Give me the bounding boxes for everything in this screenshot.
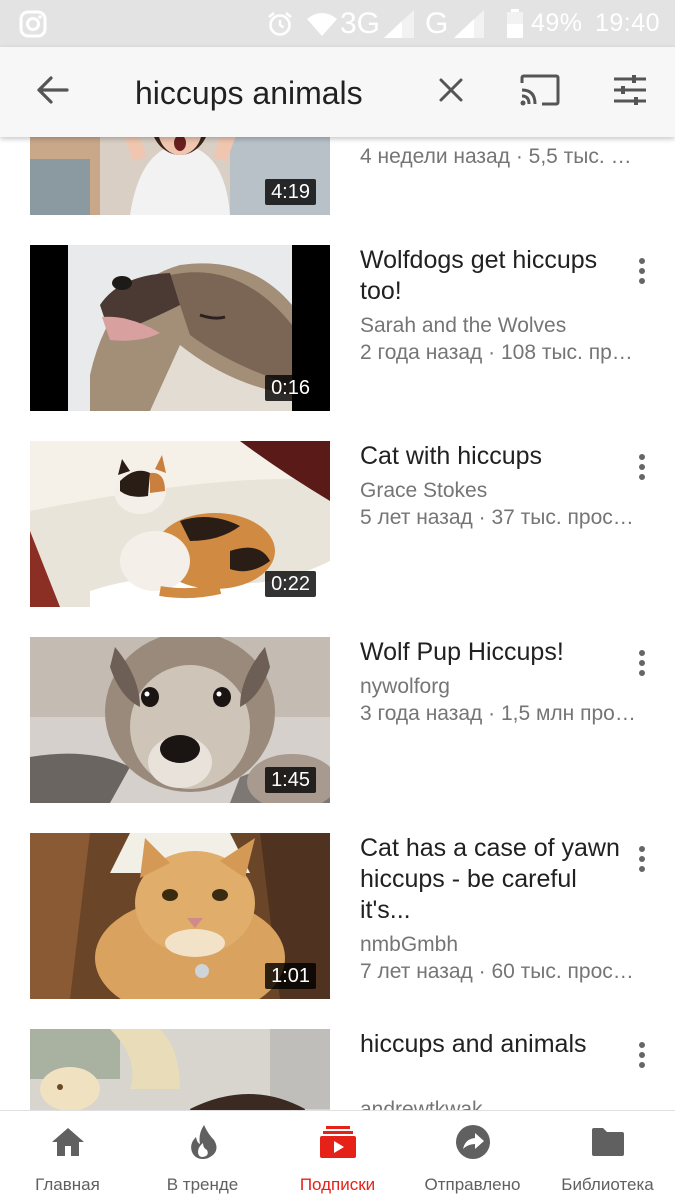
video-title[interactable]: Cat with hiccups: [360, 441, 625, 472]
bottom-navigation: Главная В тренде Подписки Отправлено Биб…: [0, 1110, 675, 1200]
battery-percent: 49%: [531, 9, 583, 37]
more-options-button[interactable]: [628, 645, 656, 685]
signal-icon: [452, 0, 486, 47]
filter-icon: [612, 74, 648, 111]
nav-shared[interactable]: Отправлено: [405, 1111, 540, 1200]
more-vert-icon: [638, 845, 646, 878]
instagram-icon: [18, 0, 48, 47]
clear-icon: [438, 77, 464, 108]
more-options-button[interactable]: [628, 841, 656, 881]
back-arrow-icon: [35, 75, 69, 110]
clock-time: 19:40: [595, 9, 661, 37]
alarm-icon: [266, 0, 294, 47]
video-item[interactable]: 4:19 4 недели назад · 5,5 тыс. просмотро…: [0, 137, 675, 215]
folder-icon: [540, 1125, 675, 1159]
video-meta: 7 лет назад · 60 тыс. просмотров: [360, 960, 642, 983]
flame-icon: [135, 1125, 270, 1159]
wifi-icon: [306, 0, 338, 47]
video-thumbnail[interactable]: 4:19: [30, 137, 330, 215]
network-g-label: G: [425, 6, 449, 40]
nav-label: Отправлено: [424, 1175, 521, 1194]
video-title[interactable]: Wolfdogs get hiccups too!: [360, 245, 625, 307]
video-title[interactable]: hiccups and animals: [360, 1029, 625, 1060]
nav-home[interactable]: Главная: [0, 1111, 135, 1200]
home-icon: [0, 1125, 135, 1159]
nav-label: Главная: [35, 1175, 100, 1194]
video-item[interactable]: hiccups and animals andrewtkwak: [0, 1029, 675, 1110]
filter-button[interactable]: [600, 47, 660, 137]
video-item[interactable]: 0:16 Wolfdogs get hiccups too! Sarah and…: [0, 245, 675, 411]
video-title[interactable]: Cat has a case of yawn hiccups - be care…: [360, 833, 625, 926]
more-vert-icon: [638, 649, 646, 682]
nav-label: Библиотека: [561, 1175, 654, 1194]
more-options-button[interactable]: [628, 1037, 656, 1077]
cast-button[interactable]: [510, 47, 570, 137]
video-channel: nywolforg: [360, 675, 450, 698]
video-channel: nmbGmbh: [360, 933, 459, 956]
video-duration: 1:45: [265, 767, 316, 793]
video-item[interactable]: 1:45 Wolf Pup Hiccups! nywolforg 3 года …: [0, 637, 675, 803]
search-results-list: 4:19 4 недели назад · 5,5 тыс. просмотро…: [0, 137, 675, 1110]
more-options-button[interactable]: [628, 449, 656, 489]
network-3g-label: 3G: [340, 6, 381, 40]
more-vert-icon: [638, 1041, 646, 1074]
video-item[interactable]: 1:01 Cat has a case of yawn hiccups - be…: [0, 833, 675, 999]
video-meta: 5 лет назад · 37 тыс. просмотров: [360, 506, 642, 529]
nav-label: Подписки: [299, 1175, 376, 1194]
signal-icon: [382, 0, 416, 47]
video-channel: andrewtkwak: [360, 1098, 483, 1110]
clear-search-button[interactable]: [424, 47, 478, 137]
cast-icon: [518, 73, 562, 112]
nav-label: В тренде: [166, 1175, 239, 1194]
video-meta: 2 года назад · 108 тыс. просмотров: [360, 341, 642, 364]
video-item[interactable]: 0:22 Cat with hiccups Grace Stokes 5 лет…: [0, 441, 675, 607]
more-options-button[interactable]: [628, 253, 656, 293]
video-channel: Grace Stokes: [360, 479, 488, 502]
video-thumbnail[interactable]: 0:22: [30, 441, 330, 607]
video-duration: 0:22: [265, 571, 316, 597]
video-duration: 0:16: [265, 375, 316, 401]
video-thumbnail[interactable]: [30, 1029, 330, 1110]
video-thumbnail[interactable]: 1:01: [30, 833, 330, 999]
more-vert-icon: [638, 257, 646, 290]
video-title[interactable]: Wolf Pup Hiccups!: [360, 637, 625, 668]
subscriptions-icon: [270, 1125, 405, 1159]
video-thumbnail[interactable]: 1:45: [30, 637, 330, 803]
search-header: hiccups animals: [0, 47, 675, 137]
search-input[interactable]: hiccups animals: [135, 47, 363, 137]
video-duration: 1:01: [265, 963, 316, 989]
video-channel: Sarah and the Wolves: [360, 314, 567, 337]
video-thumbnail[interactable]: 0:16: [30, 245, 330, 411]
nav-library[interactable]: Библиотека: [540, 1111, 675, 1200]
status-bar: 3G G 49% 19:40: [0, 0, 675, 47]
video-meta: 4 недели назад · 5,5 тыс. просмотров: [360, 145, 642, 168]
nav-subscriptions[interactable]: Подписки: [270, 1111, 405, 1200]
back-button[interactable]: [22, 47, 82, 137]
video-meta: 3 года назад · 1,5 млн просмотров: [360, 702, 642, 725]
nav-trending[interactable]: В тренде: [135, 1111, 270, 1200]
battery-icon: [506, 0, 524, 47]
video-duration: 4:19: [265, 179, 316, 205]
share-icon: [405, 1125, 540, 1159]
more-vert-icon: [638, 453, 646, 486]
